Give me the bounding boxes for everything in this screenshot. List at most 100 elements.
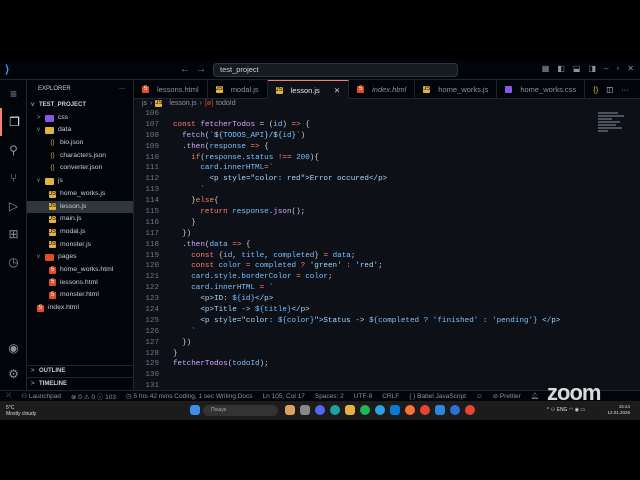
taskbar-search[interactable]: Пошук xyxy=(203,405,278,416)
toggle-panel-icon[interactable]: ⬓ xyxy=(573,64,581,73)
firefox-icon[interactable] xyxy=(405,405,415,415)
line-endings[interactable]: CRLF xyxy=(382,393,399,400)
tree-item[interactable]: {} converter.json xyxy=(27,162,133,175)
tab-lesson-js[interactable]: JS lesson.js ✕ xyxy=(267,80,350,99)
copilot-icon[interactable]: ☺ xyxy=(476,393,483,400)
tree-item-label: converter.json xyxy=(60,164,103,172)
more-icon[interactable]: ··· xyxy=(621,85,629,94)
widget-icon[interactable] xyxy=(285,405,295,415)
gitlens-icon[interactable]: ◷ xyxy=(0,248,27,276)
code-token: . xyxy=(173,142,187,151)
braces-icon[interactable]: {} xyxy=(593,85,598,94)
wakatime-item[interactable]: ◷ 5 hrs 42 mins Coding, 1 sec Writing Do… xyxy=(126,392,253,400)
tab-lessons-html[interactable]: 5 lessons.html xyxy=(134,80,208,99)
telegram-icon[interactable] xyxy=(375,405,385,415)
more-actions-icon[interactable]: ··· xyxy=(119,80,125,99)
breadcrumb-file[interactable]: lesson.js xyxy=(169,100,196,107)
minimize-button[interactable]: – xyxy=(604,64,608,73)
tree-item[interactable]: {} bio.json xyxy=(27,137,133,150)
split-editor-icon[interactable]: ◫ xyxy=(606,85,613,94)
remote-icon[interactable]: ⤫ xyxy=(6,392,11,400)
clock[interactable]: 15:44 12.01.2026 xyxy=(607,404,630,416)
language-label: Babel JavaScript xyxy=(417,392,466,400)
menu-icon[interactable]: ≡ xyxy=(0,80,27,108)
tree-item[interactable]: > css xyxy=(27,112,133,125)
explorer-icon[interactable]: ❐ xyxy=(0,108,27,136)
nav-arrows[interactable]: ←→ xyxy=(180,64,212,75)
todo-icon[interactable] xyxy=(435,405,445,415)
tree-item[interactable]: 5 index.html xyxy=(27,302,133,315)
system-tray[interactable]: ^ ⚇ ENG ◠ ◉ ▭ xyxy=(547,407,585,413)
css-file-icon xyxy=(505,86,513,93)
maximize-button[interactable]: ▫ xyxy=(616,64,619,73)
breadcrumb-folder[interactable]: js xyxy=(142,100,147,107)
account-icon[interactable]: ◉ xyxy=(0,334,27,362)
tree-item[interactable]: v data xyxy=(27,124,133,137)
project-root[interactable]: v TEST_PROJECT xyxy=(27,99,133,112)
run-debug-icon[interactable]: ▷ xyxy=(0,192,27,220)
chrome-profile-icon[interactable] xyxy=(465,405,475,415)
encoding[interactable]: UTF-8 xyxy=(354,393,372,400)
layout-icon[interactable]: ▦ xyxy=(542,64,550,73)
tree-item[interactable]: JS home_works.js xyxy=(27,188,133,201)
tree-item-label: bio.json xyxy=(60,139,84,147)
tab-home-works-css[interactable]: home_works.css xyxy=(497,80,586,99)
tab-modal-js[interactable]: JS modal.js xyxy=(208,80,268,99)
gear-icon[interactable]: ⚙ xyxy=(0,360,27,388)
toggle-secondary-sidebar-icon[interactable]: ◨ xyxy=(588,64,596,73)
window-controls: ▦ ◧ ⬓ ◨ – ▫ ✕ xyxy=(542,64,634,73)
keyboard-language[interactable]: ENG xyxy=(557,407,568,413)
edge-icon[interactable] xyxy=(330,405,340,415)
chrome-icon[interactable] xyxy=(420,405,430,415)
tree-item[interactable]: 5 lessons.html xyxy=(27,277,133,290)
folder-icon xyxy=(45,127,54,135)
search-icon[interactable]: ⚲ xyxy=(0,136,27,164)
start-icon[interactable] xyxy=(190,405,200,415)
timeline-section[interactable]: > TIMELINE xyxy=(27,377,134,390)
app-icon[interactable] xyxy=(450,405,460,415)
code-token: title xyxy=(241,251,265,260)
tree-item[interactable]: JS lesson.js xyxy=(27,200,133,214)
launchpad-item[interactable]: ⚇ Launchpad xyxy=(21,392,61,400)
command-center-search[interactable]: test_project xyxy=(213,63,458,77)
breadcrumb-symbol[interactable]: todoId xyxy=(216,100,235,107)
tree-item[interactable]: JS modal.js xyxy=(27,226,133,239)
problems-item[interactable]: ⊗ 0 ⚠ 0 ⓘ 103 xyxy=(71,391,116,401)
indentation[interactable]: Spaces: 2 xyxy=(315,393,344,400)
weather-widget[interactable]: 5°C Mostly cloudy xyxy=(6,405,36,417)
code-editor[interactable]: 106 107 const fetcherTodos = (id) => {108 … xyxy=(134,109,594,392)
tree-item[interactable]: {} characters.json xyxy=(27,150,133,163)
tree-item[interactable]: v js xyxy=(27,175,133,188)
outline-section[interactable]: > OUTLINE xyxy=(27,364,134,378)
tree-item[interactable]: JS main.js xyxy=(27,213,133,226)
prettier-item[interactable]: ⊘ Prettier xyxy=(493,392,521,400)
file-explorer-icon[interactable] xyxy=(345,405,355,415)
line-number: 117 xyxy=(145,229,159,238)
vscode-taskbar-icon[interactable] xyxy=(390,405,400,415)
language-mode[interactable]: { } Babel JavaScript xyxy=(409,393,466,400)
code-line: 109 . then(response => { xyxy=(134,142,594,153)
extensions-icon[interactable]: ⊞ xyxy=(0,220,27,248)
tab-home-works-js[interactable]: JS home_works.js xyxy=(415,80,498,99)
toggle-sidebar-icon[interactable]: ◧ xyxy=(557,64,565,73)
tree-item[interactable]: JS monster.js xyxy=(27,239,133,252)
discord-icon[interactable] xyxy=(315,405,325,415)
spotify-icon[interactable] xyxy=(360,405,370,415)
close-button[interactable]: ✕ xyxy=(627,64,634,73)
code-line: 110 if(response. status !== 200){ xyxy=(134,153,594,164)
folder-icon xyxy=(45,114,54,122)
cursor-position[interactable]: Ln 105, Col 17 xyxy=(263,393,305,400)
code-token: const xyxy=(191,262,219,271)
minimap[interactable] xyxy=(598,112,628,142)
notifications-icon[interactable]: 🔔︎ xyxy=(531,392,539,400)
tree-item[interactable]: v pages xyxy=(27,251,133,264)
tab-index-html[interactable]: 5 index.html xyxy=(349,80,416,99)
timeline-label: TIMELINE xyxy=(39,380,67,387)
task-view-icon[interactable] xyxy=(300,405,310,415)
source-control-icon[interactable]: ⑂ xyxy=(0,164,27,192)
tree-item[interactable]: 5 monster.html xyxy=(27,289,133,302)
tree-item[interactable]: 5 home_works.html xyxy=(27,264,133,277)
close-tab-icon[interactable]: ✕ xyxy=(334,86,340,95)
